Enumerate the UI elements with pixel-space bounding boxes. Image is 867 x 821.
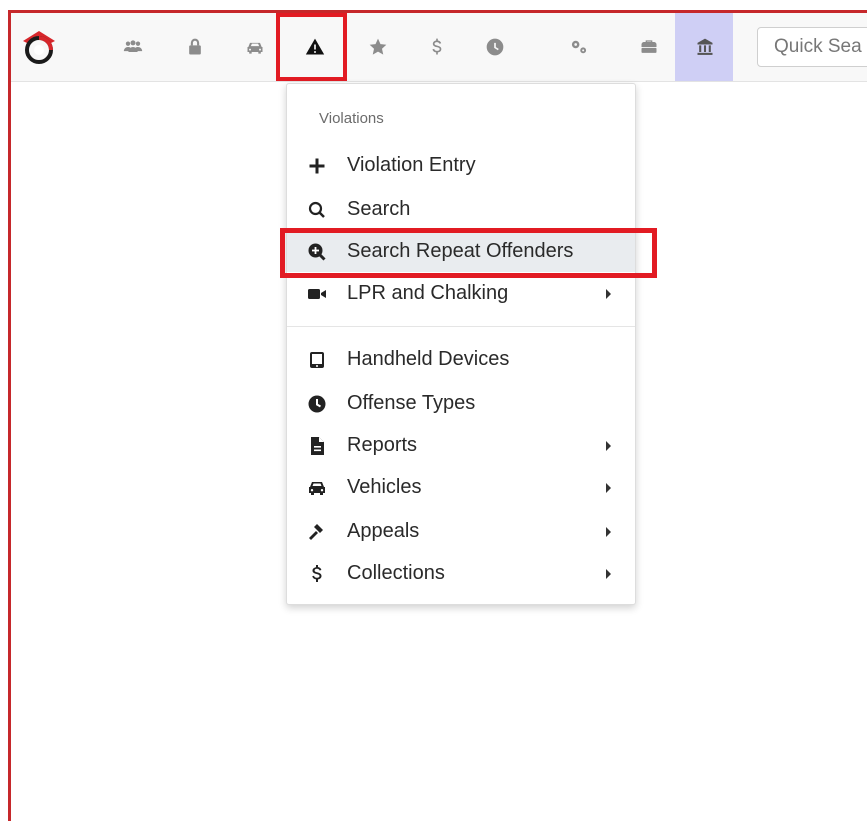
car-icon[interactable] (243, 35, 267, 59)
warning-icon-highlight-box (276, 13, 347, 81)
dropdown-header: Violations (319, 110, 384, 127)
menu-item-label: Vehicles (347, 476, 422, 498)
search-icon (307, 200, 327, 220)
submenu-caret-icon (606, 569, 611, 579)
menu-item-reports[interactable]: Reports (287, 426, 635, 466)
menu-item-lpr-and-chalking[interactable]: LPR and Chalking (287, 274, 635, 314)
top-navbar: Quick Sea (11, 13, 867, 82)
menu-item-violation-entry[interactable]: Violation Entry (287, 146, 635, 186)
menu-item-label: LPR and Chalking (347, 282, 509, 304)
toolbox-icon[interactable] (637, 35, 661, 59)
star-icon[interactable] (366, 35, 390, 59)
dollar-icon[interactable] (425, 35, 449, 59)
menu-item-label: Handheld Devices (347, 348, 510, 370)
menu-item-label: Violation Entry (347, 154, 476, 176)
submenu-caret-icon (606, 441, 611, 451)
quick-search-input[interactable]: Quick Sea (757, 27, 867, 67)
app-logo-icon[interactable] (21, 29, 57, 65)
menu-item-collections[interactable]: Collections (287, 554, 635, 594)
menu-item-label: Offense Types (347, 392, 476, 414)
clock-icon (307, 394, 327, 414)
dollar-icon (307, 564, 327, 584)
menu-item-handheld-devices[interactable]: Handheld Devices (287, 340, 635, 380)
file-icon (307, 436, 327, 456)
submenu-caret-icon (606, 289, 611, 299)
menu-item-label: Appeals (347, 520, 420, 542)
video-camera-icon (307, 284, 327, 304)
menu-item-label: Search (347, 198, 411, 220)
menu-item-appeals[interactable]: Appeals (287, 512, 635, 552)
menu-item-label: Collections (347, 562, 445, 584)
search-repeat-offenders-highlight-box (280, 228, 657, 278)
menu-divider (287, 326, 635, 327)
building-icon[interactable] (693, 35, 717, 59)
menu-item-offense-types[interactable]: Offense Types (287, 384, 635, 424)
menu-item-search[interactable]: Search (287, 190, 635, 230)
tablet-icon (307, 350, 327, 370)
submenu-caret-icon (606, 483, 611, 493)
car-icon (307, 478, 327, 498)
plus-icon (307, 156, 327, 176)
menu-item-vehicles[interactable]: Vehicles (287, 468, 635, 508)
users-icon[interactable] (121, 35, 145, 59)
violations-dropdown-menu: Violations Violation Entry Search Search… (286, 83, 636, 605)
submenu-caret-icon (606, 527, 611, 537)
clock-icon[interactable] (483, 35, 507, 59)
menu-item-label: Reports (347, 434, 418, 456)
cogs-icon[interactable] (567, 35, 591, 59)
lock-icon[interactable] (183, 35, 207, 59)
gavel-icon (307, 522, 327, 542)
window-frame-left (8, 10, 11, 821)
